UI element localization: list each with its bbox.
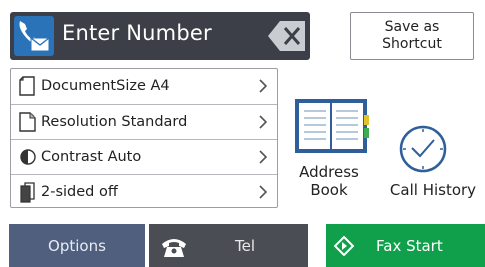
address-book-label[interactable]: Address Book <box>295 163 363 199</box>
save-as-shortcut-button[interactable]: Save as Shortcut <box>350 12 474 60</box>
address-book-icon[interactable] <box>292 97 372 157</box>
setting-two-sided[interactable]: 2-sided off <box>11 174 277 208</box>
tel-button[interactable]: Tel <box>149 224 308 267</box>
options-label: Options <box>48 236 106 255</box>
number-entry-field[interactable]: Enter Number <box>10 12 310 60</box>
options-button[interactable]: Options <box>9 224 145 267</box>
contrast-icon <box>20 148 36 165</box>
chevron-right-icon <box>259 114 268 129</box>
chevron-right-icon <box>259 149 268 164</box>
setting-contrast[interactable]: Contrast Auto <box>11 139 277 173</box>
resolution-icon <box>19 111 36 132</box>
two-sided-icon <box>20 181 35 203</box>
fax-number-icon <box>14 16 54 56</box>
tel-label: Tel <box>235 236 256 255</box>
call-history-icon[interactable] <box>398 124 448 174</box>
setting-label: Contrast Auto <box>41 148 142 165</box>
fax-start-label: Fax Start <box>376 236 443 255</box>
telephone-icon <box>162 238 186 257</box>
setting-label: 2-sided off <box>41 183 118 200</box>
number-field-text: Enter Number <box>62 21 212 45</box>
setting-label: Resolution Standard <box>41 113 188 130</box>
setting-document-size[interactable]: DocumentSize A4 <box>11 69 277 103</box>
chevron-right-icon <box>259 79 268 93</box>
settings-list: DocumentSize A4 Resolution Standard Cont… <box>10 68 278 208</box>
setting-label: DocumentSize A4 <box>41 78 170 94</box>
document-size-icon <box>19 76 35 96</box>
fax-screen: Enter Number Save as Shortcut DocumentSi… <box>0 0 485 267</box>
chevron-right-icon <box>259 184 268 199</box>
call-history-label[interactable]: Call History <box>383 181 483 199</box>
backspace-icon[interactable] <box>266 19 306 53</box>
fax-start-button[interactable]: Fax Start <box>326 224 485 267</box>
start-icon <box>334 235 354 256</box>
setting-resolution[interactable]: Resolution Standard <box>11 104 277 138</box>
